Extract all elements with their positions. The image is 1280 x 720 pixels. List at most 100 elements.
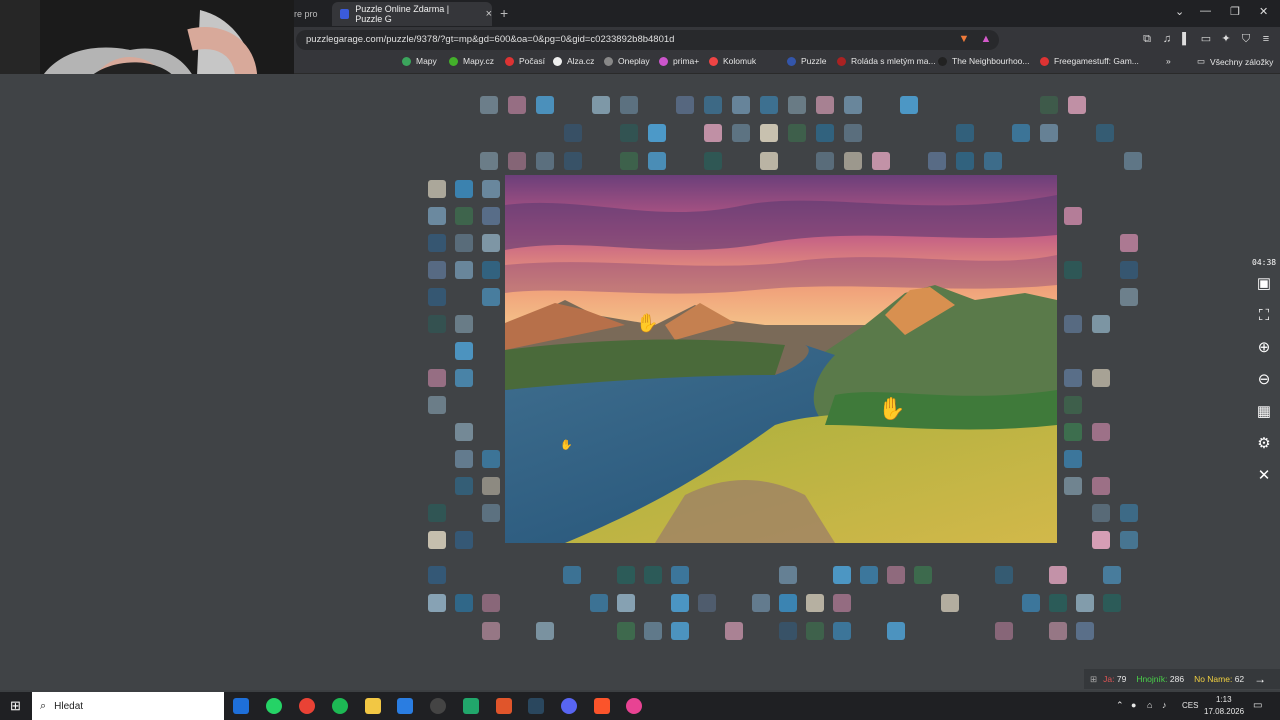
puzzle-piece[interactable] xyxy=(428,288,446,306)
bookmark-kolomuk[interactable]: Kolomuk xyxy=(709,56,756,66)
puzzle-piece[interactable] xyxy=(732,124,750,142)
assembled-puzzle[interactable] xyxy=(505,175,1057,543)
puzzle-piece[interactable] xyxy=(428,566,446,584)
bookmark-puzzle[interactable]: Puzzle xyxy=(787,56,827,66)
puzzle-piece[interactable] xyxy=(1120,234,1138,252)
puzzle-piece[interactable] xyxy=(428,594,446,612)
puzzle-piece[interactable] xyxy=(1092,369,1110,387)
puzzle-piece[interactable] xyxy=(1064,369,1082,387)
windows-start-icon[interactable]: ⊞ xyxy=(10,698,21,714)
puzzle-piece[interactable] xyxy=(455,315,473,333)
puzzle-piece[interactable] xyxy=(1076,622,1094,640)
puzzle-piece[interactable] xyxy=(1064,450,1082,468)
puzzle-piece[interactable] xyxy=(620,152,638,170)
puzzle-piece[interactable] xyxy=(590,594,608,612)
zoom-in-icon[interactable]: ⊕ xyxy=(1248,335,1280,361)
whatsapp-icon[interactable] xyxy=(266,698,282,714)
puzzle-piece[interactable] xyxy=(956,124,974,142)
puzzle-piece[interactable] xyxy=(1040,124,1058,142)
puzzle-piece[interactable] xyxy=(698,594,716,612)
puzzle-piece[interactable] xyxy=(428,234,446,252)
puzzle-piece[interactable] xyxy=(1049,594,1067,612)
network-icon[interactable]: ⌂ xyxy=(1147,700,1152,710)
puzzle-piece[interactable] xyxy=(455,450,473,468)
tab-puzzle[interactable]: Puzzle Online Zdarma | Puzzle G × xyxy=(332,2,492,26)
puzzle-piece[interactable] xyxy=(1068,96,1086,114)
puzzle-piece[interactable] xyxy=(1096,124,1114,142)
minimize-icon[interactable]: — xyxy=(1200,5,1211,17)
puzzle-piece[interactable] xyxy=(428,261,446,279)
puzzle-piece[interactable] xyxy=(671,566,689,584)
puzzle-piece[interactable] xyxy=(806,594,824,612)
puzzle-piece[interactable] xyxy=(455,531,473,549)
close-icon[interactable]: ✕ xyxy=(1248,463,1280,489)
puzzle-piece[interactable] xyxy=(482,477,500,495)
spotify-icon[interactable] xyxy=(332,698,348,714)
puzzle-piece[interactable] xyxy=(482,261,500,279)
puzzle-piece[interactable] xyxy=(1103,594,1121,612)
puzzle-piece[interactable] xyxy=(1049,566,1067,584)
puzzle-piece[interactable] xyxy=(617,566,635,584)
grid-icon[interactable]: ▦ xyxy=(1248,399,1280,425)
puzzle-piece[interactable] xyxy=(592,96,610,114)
puzzle-piece[interactable] xyxy=(806,622,824,640)
bookmark-mapy-cz[interactable]: Mapy.cz xyxy=(449,56,494,66)
wallet-icon[interactable]: ▭ xyxy=(1200,33,1212,45)
zoom-out-icon[interactable]: ⊖ xyxy=(1248,367,1280,393)
more-bookmarks-icon[interactable]: » xyxy=(1166,56,1171,66)
puzzle-piece[interactable] xyxy=(564,152,582,170)
puzzle-piece[interactable] xyxy=(860,566,878,584)
puzzle-piece[interactable] xyxy=(564,124,582,142)
vscode-icon[interactable] xyxy=(397,698,413,714)
url-field[interactable]: puzzlegarage.com/puzzle/9378/?gt=mp&gd=6… xyxy=(296,30,999,50)
steam-icon[interactable] xyxy=(528,698,544,714)
puzzle-piece[interactable] xyxy=(482,450,500,468)
close-tab-icon[interactable]: × xyxy=(486,8,492,20)
puzzle-piece[interactable] xyxy=(1064,207,1082,225)
puzzle-piece[interactable] xyxy=(455,369,473,387)
puzzle-piece[interactable] xyxy=(1064,423,1082,441)
menu-icon[interactable]: ≡ xyxy=(1260,33,1272,45)
brave-icon[interactable] xyxy=(594,698,610,714)
puzzle-piece[interactable] xyxy=(428,180,446,198)
puzzle-piece[interactable] xyxy=(644,566,662,584)
puzzle-piece[interactable] xyxy=(1092,315,1110,333)
brave-shield-icon[interactable]: ▼ xyxy=(958,33,970,45)
puzzle-piece[interactable] xyxy=(928,152,946,170)
puzzle-piece[interactable] xyxy=(788,96,806,114)
fullscreen-icon[interactable]: ⛶ xyxy=(1248,303,1280,329)
puzzle-piece[interactable] xyxy=(536,96,554,114)
puzzle-piece[interactable] xyxy=(1012,124,1030,142)
taskbar-search[interactable]: ⌕ Hledat xyxy=(32,692,224,720)
puzzle-piece[interactable] xyxy=(1064,396,1082,414)
puzzle-piece[interactable] xyxy=(1092,477,1110,495)
puzzle-piece[interactable] xyxy=(1092,423,1110,441)
puzzle-piece[interactable] xyxy=(648,124,666,142)
puzzle-piece[interactable] xyxy=(644,622,662,640)
puzzle-piece[interactable] xyxy=(704,152,722,170)
puzzle-piece[interactable] xyxy=(752,594,770,612)
puzzle-piece[interactable] xyxy=(833,566,851,584)
map-app-icon[interactable] xyxy=(626,698,642,714)
puzzle-piece[interactable] xyxy=(455,234,473,252)
puzzle-piece[interactable] xyxy=(704,124,722,142)
extensions-icon[interactable]: ⧉ xyxy=(1141,33,1153,45)
puzzle-piece[interactable] xyxy=(428,369,446,387)
brave-rewards-icon[interactable]: ▲ xyxy=(980,33,992,45)
puzzle-piece[interactable] xyxy=(428,207,446,225)
puzzle-piece[interactable] xyxy=(833,594,851,612)
microphone-icon[interactable]: ● xyxy=(1131,700,1136,710)
media-icon[interactable]: ♫ xyxy=(1161,33,1173,45)
puzzle-piece[interactable] xyxy=(508,152,526,170)
game-launcher-icon[interactable] xyxy=(463,698,479,714)
puzzle-piece[interactable] xyxy=(1064,477,1082,495)
puzzle-piece[interactable] xyxy=(620,96,638,114)
puzzle-piece[interactable] xyxy=(844,152,862,170)
puzzle-piece[interactable] xyxy=(620,124,638,142)
puzzle-piece[interactable] xyxy=(1049,622,1067,640)
puzzle-piece[interactable] xyxy=(1120,504,1138,522)
puzzle-piece[interactable] xyxy=(872,152,890,170)
clock-date[interactable]: 17.08.2026 xyxy=(1204,707,1244,716)
puzzle-piece[interactable] xyxy=(900,96,918,114)
puzzle-piece[interactable] xyxy=(676,96,694,114)
